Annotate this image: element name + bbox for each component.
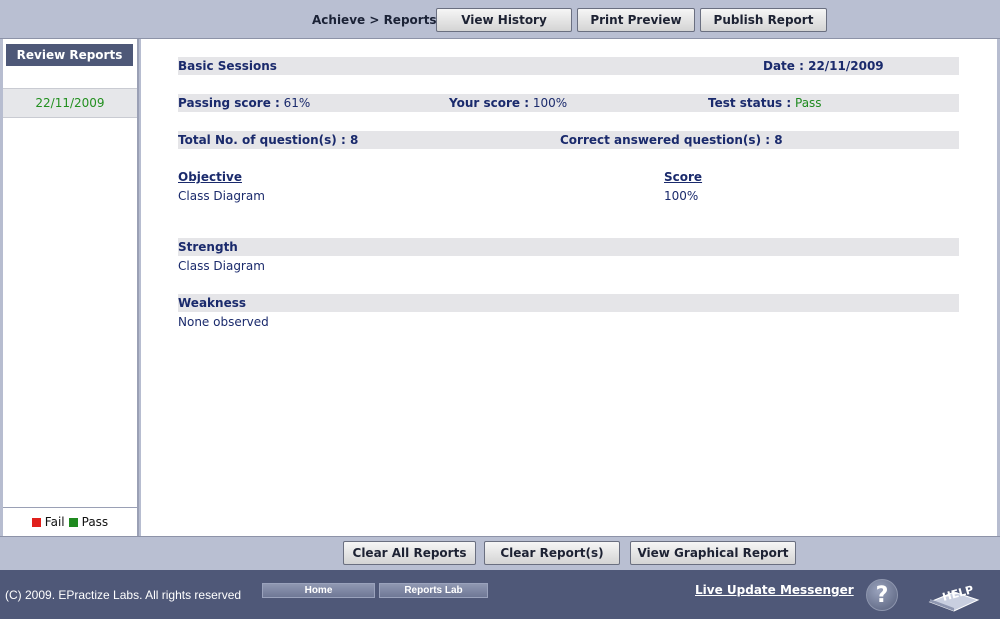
live-update-messenger-link[interactable]: Live Update Messenger (695, 583, 854, 597)
fail-legend-label: Fail (44, 515, 65, 529)
score-value: 100% (664, 189, 699, 203)
footer: (C) 2009. EPractize Labs. All rights res… (0, 570, 1000, 619)
reports-lab-nav-button[interactable]: Reports Lab (379, 583, 488, 598)
total-questions: Total No. of question(s) : 8 (178, 133, 359, 147)
question-help-icon[interactable]: ? (866, 579, 898, 611)
review-reports-header: Review Reports (6, 44, 133, 66)
fail-legend-swatch (31, 517, 41, 527)
report-date: Date : 22/11/2009 (763, 59, 884, 73)
weakness-value: None observed (178, 315, 269, 329)
sidebar: Review Reports 22/11/2009 Fail Pass (3, 39, 139, 536)
test-status-label: Test status : (708, 96, 792, 110)
top-toolbar: Achieve > Reports View History Print Pre… (0, 0, 1000, 39)
report-date-item[interactable]: 22/11/2009 (3, 88, 137, 118)
test-status-value: Pass (795, 96, 822, 110)
test-status: Test status : Pass (708, 96, 822, 110)
session-name: Basic Sessions (178, 59, 277, 73)
copyright-text: (C) 2009. EPractize Labs. All rights res… (5, 588, 242, 602)
passing-score-label: Passing score : (178, 96, 280, 110)
strength-value: Class Diagram (178, 259, 265, 273)
your-score-value: 100% (532, 96, 568, 110)
weakness-header: Weakness (178, 296, 246, 310)
status-legend: Fail Pass (3, 507, 137, 536)
clear-reports-button[interactable]: Clear Report(s) (484, 541, 620, 565)
help-book-icon[interactable]: HELP (928, 580, 980, 612)
report-panel: Basic Sessions Date : 22/11/2009 Passing… (141, 39, 997, 536)
your-score-label: Your score : (449, 96, 530, 110)
view-graphical-report-button[interactable]: View Graphical Report (630, 541, 796, 565)
correct-answered: Correct answered question(s) : 8 (560, 133, 783, 147)
weakness-band (178, 294, 959, 312)
publish-report-button[interactable]: Publish Report (700, 8, 827, 32)
clear-all-reports-button[interactable]: Clear All Reports (343, 541, 476, 565)
view-history-button[interactable]: View History (436, 8, 572, 32)
objective-header: Objective (178, 170, 242, 184)
strength-header: Strength (178, 240, 238, 254)
print-preview-button[interactable]: Print Preview (577, 8, 695, 32)
your-score: Your score : 100% (449, 96, 567, 110)
passing-score: Passing score : 61% (178, 96, 310, 110)
strength-band (178, 238, 959, 256)
pass-legend-label: Pass (81, 515, 109, 529)
score-header: Score (664, 170, 703, 184)
breadcrumb: Achieve > Reports (312, 13, 437, 27)
bottom-toolbar: Clear All Reports Clear Report(s) View G… (0, 536, 1000, 570)
objective-value: Class Diagram (178, 189, 265, 203)
home-nav-button[interactable]: Home (262, 583, 375, 598)
passing-score-value: 61% (283, 96, 311, 110)
pass-legend-swatch (68, 517, 78, 527)
